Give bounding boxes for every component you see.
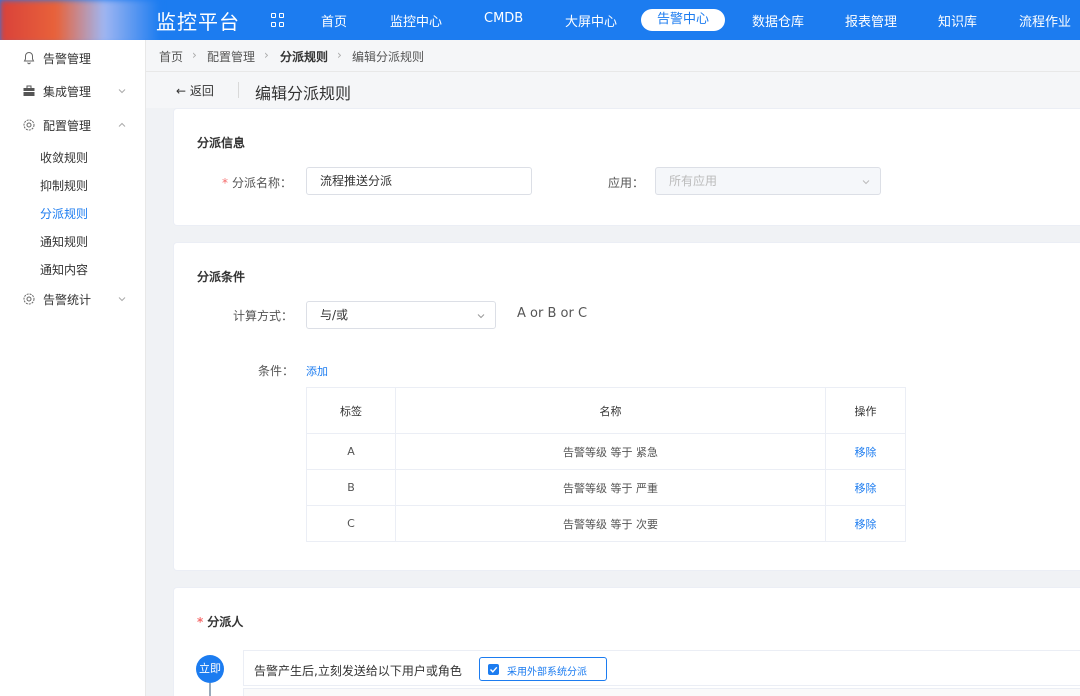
sidebar-group-alarm-manage[interactable]: 告警管理 [0,44,146,72]
table-header-row: 标签 名称 操作 [306,387,906,434]
calc-method-label: 计算方式： [233,309,294,323]
chevron-down-icon [118,89,126,94]
assign-row-next [243,688,1080,696]
dispatch-name-input[interactable]: 流程推送分派 [306,167,532,195]
sidebar-group-config[interactable]: 配置管理 [0,111,146,139]
breadcrumb-config[interactable]: 配置管理 [207,48,255,65]
nav-item-home[interactable]: 首页 [321,11,347,30]
briefcase-icon [23,85,35,96]
nav-item-cmdb[interactable]: CMDB [484,11,523,26]
assignee-card: * 分派人 立即 告警产生后,立刻发送给以下用户或角色 采用外部系统分派 [173,587,1080,696]
section-title: 分派信息 [197,136,246,150]
condition-name: 告警等级 等于 次要 [395,505,826,542]
breadcrumb-separator: › [264,48,269,62]
sidebar-group-label: 告警管理 [43,51,92,66]
top-nav: 监控平台 首页 监控中心 CMDB 大屏中心 告警中心 数据仓库 报表管理 知识… [0,0,1080,44]
remove-condition-link[interactable]: 移除 [825,469,906,506]
app-select-placeholder: 所有应用 [669,174,718,188]
sidebar-group-label: 告警统计 [43,292,92,307]
dispatch-condition-card: 分派条件 计算方式： 与/或 A or B or C 条件： 添加 标签 名称 … [173,242,1080,571]
table-row: C 告警等级 等于 次要 移除 [306,505,906,542]
sidebar-group-label: 配置管理 [43,118,92,133]
remove-condition-link[interactable]: 移除 [825,433,906,470]
dispatch-name-label: * 分派名称： [222,176,293,190]
nav-item-warehouse[interactable]: 数据仓库 [752,11,804,30]
nav-item-workflow[interactable]: 流程作业 [1019,11,1071,30]
condition-name: 告警等级 等于 紧急 [395,433,826,470]
brand-title: 监控平台 [156,10,240,34]
condition-tag: C [306,505,396,542]
section-title: * 分派人 [197,615,244,629]
logo [0,0,160,44]
calc-expression-hint: A or B or C [517,306,588,321]
external-dispatch-checkbox[interactable]: 采用外部系统分派 [479,657,607,681]
condition-tag: A [306,433,396,470]
dispatch-info-card: 分派信息 * 分派名称： 流程推送分派 应用： 所有应用 [173,108,1080,226]
breadcrumb: 首页 › 配置管理 › 分派规则 › 编辑分派规则 [146,40,1080,72]
nav-item-screen[interactable]: 大屏中心 [565,11,617,30]
sidebar-item-notify-content[interactable]: 通知内容 [40,261,88,278]
page-header: ← 返回 编辑分派规则 [146,72,1080,108]
sidebar-item-notify-rule[interactable]: 通知规则 [40,233,88,250]
timeline-line [209,683,211,696]
condition-label: 条件： [258,364,295,378]
app-select[interactable]: 所有应用 [655,167,881,195]
assign-description: 告警产生后,立刻发送给以下用户或角色 [254,664,462,678]
condition-table: 标签 名称 操作 A 告警等级 等于 紧急 移除 B 告警等级 等于 严重 移除… [306,387,906,542]
assign-row: 告警产生后,立刻发送给以下用户或角色 采用外部系统分派 [243,650,1080,686]
table-row: A 告警等级 等于 紧急 移除 [306,433,906,470]
apps-grid-icon[interactable] [271,13,285,27]
chevron-down-icon [477,314,485,319]
breadcrumb-home[interactable]: 首页 [159,48,183,65]
calc-method-select[interactable]: 与/或 [306,301,496,329]
calc-method-value: 与/或 [320,308,349,322]
breadcrumb-separator: › [337,48,342,62]
add-condition-link[interactable]: 添加 [306,363,328,379]
sidebar: 告警管理 集成管理 配置管理 收敛规则 抑制规则 分派规则 通知规则 通知内容 … [0,40,146,696]
remove-condition-link[interactable]: 移除 [825,505,906,542]
table-header-action: 操作 [825,387,906,434]
sidebar-group-integration[interactable]: 集成管理 [0,77,146,105]
nav-item-knowledge[interactable]: 知识库 [938,11,977,30]
table-header-name: 名称 [395,387,826,434]
bell-icon [23,51,35,65]
checkbox-checked-icon [488,664,499,675]
condition-name: 告警等级 等于 严重 [395,469,826,506]
breadcrumb-separator: › [192,48,197,62]
table-row: B 告警等级 等于 严重 移除 [306,469,906,506]
table-header-tag: 标签 [306,387,396,434]
nav-item-report[interactable]: 报表管理 [845,11,897,30]
header-divider [238,82,239,98]
chevron-down-icon [862,180,870,185]
section-title: 分派条件 [197,270,246,284]
condition-tag: B [306,469,396,506]
external-dispatch-label: 采用外部系统分派 [507,667,587,678]
nav-item-alarm[interactable]: 告警中心 [641,9,726,31]
gear-icon [23,119,35,131]
gear-icon [23,293,35,305]
breadcrumb-dispatch[interactable]: 分派规则 [280,48,328,65]
sidebar-group-label: 集成管理 [43,84,92,99]
nav-item-monitor[interactable]: 监控中心 [390,11,442,30]
sidebar-group-statistics[interactable]: 告警统计 [0,285,146,313]
sidebar-item-dispatch[interactable]: 分派规则 [40,205,88,222]
back-button[interactable]: ← 返回 [176,82,214,99]
chevron-up-icon [118,122,126,127]
step-immediate-badge: 立即 [196,655,224,683]
chevron-down-icon [118,297,126,302]
page-title: 编辑分派规则 [255,84,352,103]
app-label: 应用： [608,176,645,190]
sidebar-item-suppress[interactable]: 抑制规则 [40,177,88,194]
sidebar-item-convergence[interactable]: 收敛规则 [40,149,88,166]
breadcrumb-current: 编辑分派规则 [352,50,425,64]
